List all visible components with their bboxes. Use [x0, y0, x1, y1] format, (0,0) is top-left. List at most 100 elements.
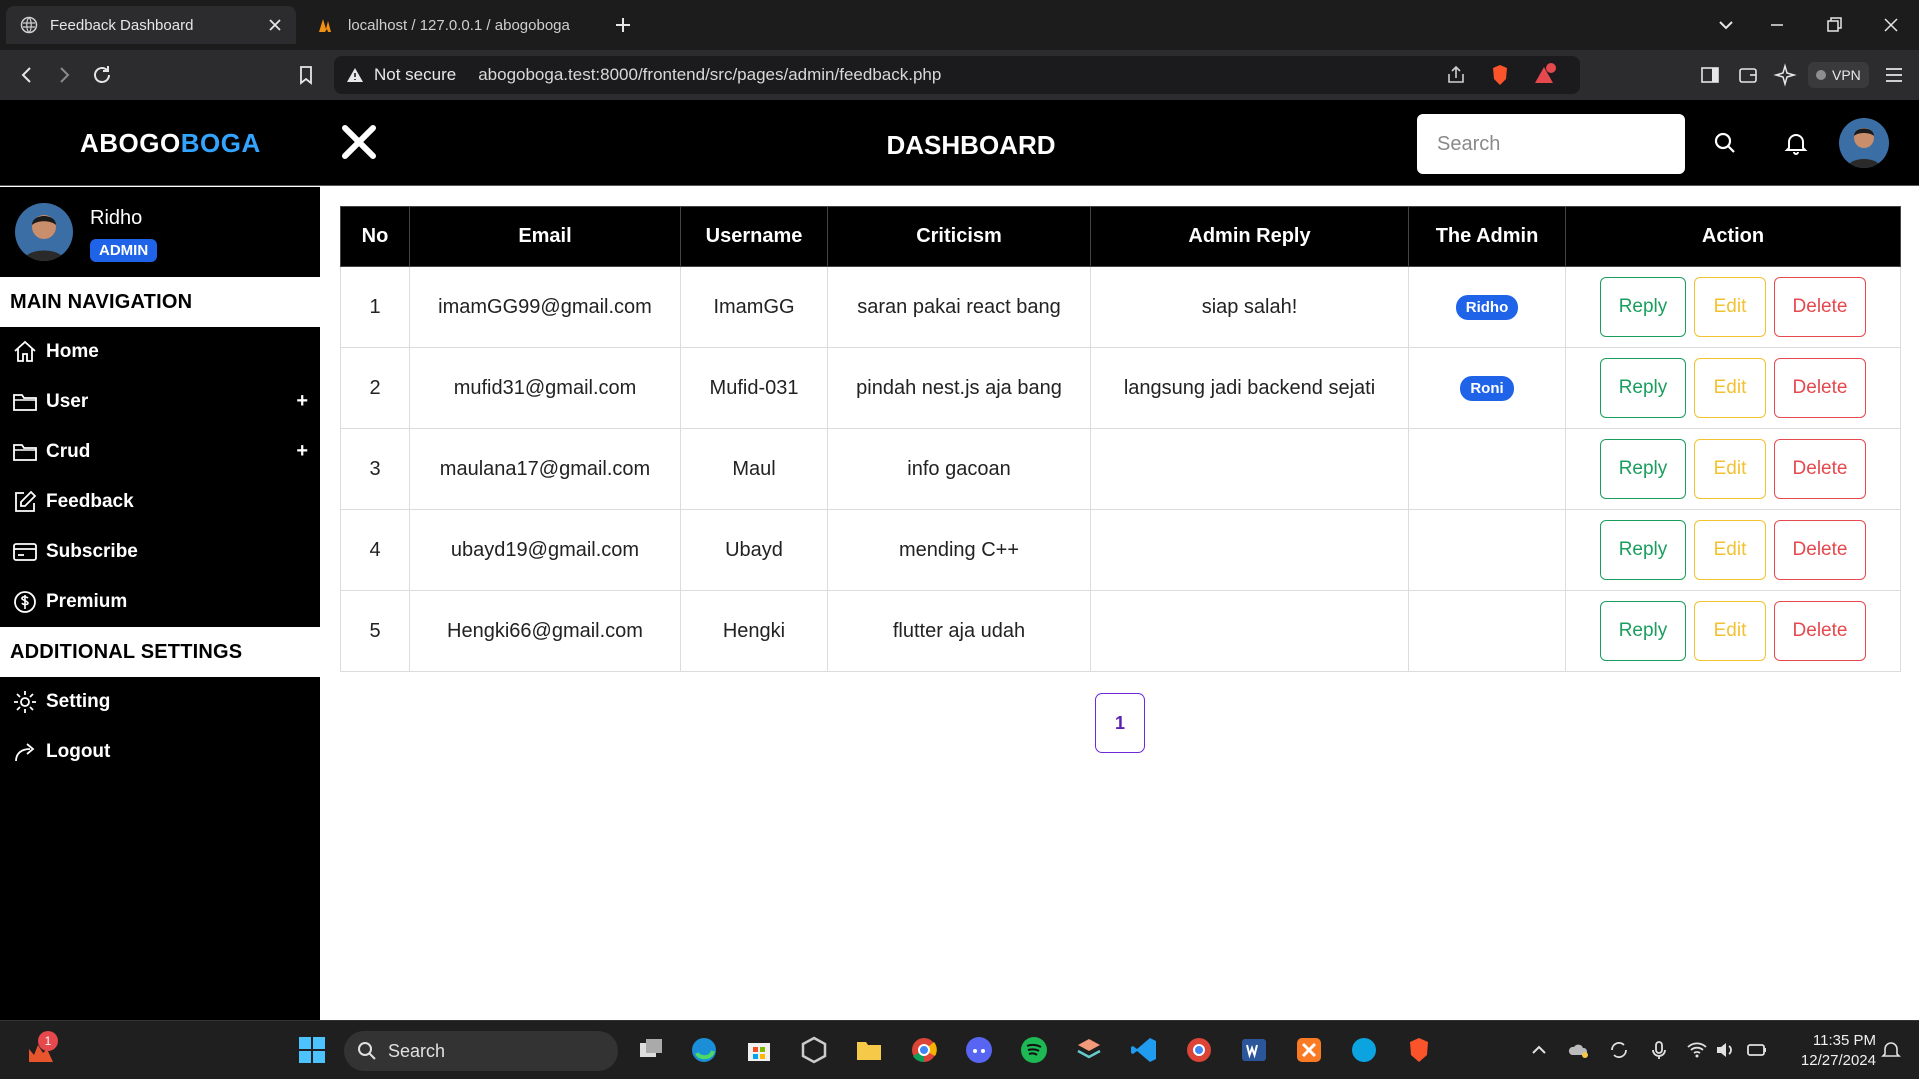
brave-shield-icon[interactable]	[1488, 63, 1512, 87]
battery-icon[interactable]	[1746, 1039, 1768, 1061]
sidebar-item-label: Premium	[46, 591, 128, 612]
share-icon[interactable]	[1444, 63, 1468, 87]
pagination-page-button[interactable]: 1	[1095, 693, 1145, 753]
volume-icon[interactable]	[1714, 1039, 1736, 1061]
column-header-no: No	[340, 206, 410, 267]
card-icon	[13, 543, 37, 561]
wifi-icon[interactable]	[1686, 1039, 1708, 1061]
sidebar-item-crud[interactable]: Crud +	[0, 427, 320, 477]
edit-button[interactable]: Edit	[1694, 520, 1766, 580]
chrome-profile-icon[interactable]	[1184, 1035, 1214, 1065]
edit-button[interactable]: Edit	[1694, 358, 1766, 418]
sidebar-item-home[interactable]: Home	[0, 327, 320, 377]
stack-app-icon[interactable]	[1074, 1035, 1104, 1065]
forward-icon[interactable]	[52, 63, 76, 87]
edit-icon	[15, 490, 37, 512]
edge-dev-icon[interactable]	[1349, 1035, 1379, 1065]
reply-button[interactable]: Reply	[1600, 277, 1686, 337]
onedrive-icon[interactable]	[1568, 1039, 1590, 1061]
main-navigation-heading: MAIN NAVIGATION	[0, 277, 320, 327]
edge-icon[interactable]	[689, 1035, 719, 1065]
clock-time: 11:35 PM	[1812, 1032, 1876, 1049]
cell-admin-reply: langsung jadi backend sejati	[1090, 347, 1409, 429]
chevron-up-icon[interactable]	[1528, 1039, 1550, 1061]
word-icon[interactable]	[1239, 1035, 1269, 1065]
reply-button[interactable]: Reply	[1600, 520, 1686, 580]
avatar[interactable]	[1839, 118, 1889, 168]
taskbar: 1 Search 11:35 PM 12/27/2024	[0, 1020, 1919, 1079]
browser-address-bar: Not secure abogoboga.test:8000/frontend/…	[0, 50, 1919, 100]
delete-button[interactable]: Delete	[1774, 277, 1866, 337]
task-view-icon[interactable]	[636, 1035, 666, 1065]
user-name: Ridho	[90, 207, 143, 229]
windows-start-icon[interactable]	[297, 1035, 327, 1065]
expand-icon[interactable]: +	[296, 440, 308, 463]
reply-button[interactable]: Reply	[1600, 601, 1686, 661]
sidebar-item-feedback[interactable]: Feedback	[0, 477, 320, 527]
xampp-icon[interactable]	[1294, 1035, 1324, 1065]
discord-icon[interactable]	[964, 1035, 994, 1065]
chrome-icon[interactable]	[909, 1035, 939, 1065]
vpn-button[interactable]: VPN	[1808, 62, 1869, 88]
unity-icon[interactable]	[799, 1035, 829, 1065]
edit-button[interactable]: Edit	[1694, 439, 1766, 499]
microphone-icon[interactable]	[1648, 1039, 1670, 1061]
reply-button[interactable]: Reply	[1600, 358, 1686, 418]
table-row: 2 mufid31@gmail.com Mufid-031 pindah nes…	[340, 347, 1901, 429]
wallet-icon[interactable]	[1736, 63, 1760, 87]
user-profile: Ridho ADMIN	[0, 187, 320, 277]
notification-bell-icon[interactable]	[1880, 1039, 1902, 1061]
search-icon[interactable]	[1712, 130, 1738, 156]
sidebar-item-setting[interactable]: Setting	[0, 677, 320, 727]
delete-button[interactable]: Delete	[1774, 439, 1866, 499]
edit-button[interactable]: Edit	[1694, 601, 1766, 661]
file-explorer-icon[interactable]	[854, 1035, 884, 1065]
bell-icon[interactable]	[1783, 130, 1809, 156]
menu-icon[interactable]	[1882, 63, 1906, 87]
sidebar-item-premium[interactable]: Premium	[0, 577, 320, 627]
store-icon[interactable]	[744, 1035, 774, 1065]
sidebar-item-user[interactable]: User +	[0, 377, 320, 427]
brand-part1: ABOGO	[80, 128, 181, 158]
reply-button[interactable]: Reply	[1600, 439, 1686, 499]
restore-icon[interactable]	[1821, 12, 1847, 38]
close-window-icon[interactable]	[1878, 12, 1904, 38]
tab-feedback-dashboard[interactable]: Feedback Dashboard	[6, 6, 296, 44]
brave-rewards-icon[interactable]	[1532, 63, 1556, 87]
url-bar[interactable]: Not secure abogoboga.test:8000/frontend/…	[334, 56, 1580, 94]
minimize-icon[interactable]	[1764, 12, 1790, 38]
spotify-icon[interactable]	[1019, 1035, 1049, 1065]
delete-button[interactable]: Delete	[1774, 520, 1866, 580]
brand-logo[interactable]: ABOGOBOGA	[80, 128, 261, 159]
delete-button[interactable]: Delete	[1774, 358, 1866, 418]
home-icon	[14, 340, 36, 362]
delete-button[interactable]: Delete	[1774, 601, 1866, 661]
sidebar-toggle-icon[interactable]	[1698, 63, 1722, 87]
tab-title: localhost / 127.0.0.1 / abogoboga /	[348, 16, 574, 34]
column-header-the-admin: The Admin	[1408, 206, 1566, 267]
cell-criticism: pindah nest.js aja bang	[827, 347, 1091, 429]
browser-tab-bar: Feedback Dashboard localhost / 127.0.0.1…	[0, 0, 1919, 50]
cell-admin-reply	[1090, 509, 1409, 591]
taskbar-search[interactable]: Search	[344, 1031, 618, 1071]
new-tab-icon[interactable]	[610, 12, 636, 38]
search-input[interactable]	[1417, 114, 1685, 174]
brave-icon[interactable]	[1404, 1035, 1434, 1065]
sidebar: Ridho ADMIN MAIN NAVIGATION Home User + …	[0, 187, 320, 1020]
edit-button[interactable]: Edit	[1694, 277, 1766, 337]
vscode-icon[interactable]	[1129, 1035, 1159, 1065]
bookmark-icon[interactable]	[294, 63, 318, 87]
cell-admin-reply: siap salah!	[1090, 266, 1409, 348]
tab-list-chevron-icon[interactable]	[1713, 12, 1739, 38]
tab-phpmyadmin[interactable]: localhost / 127.0.0.1 / abogoboga /	[306, 6, 586, 44]
back-icon[interactable]	[15, 63, 39, 87]
reload-icon[interactable]	[90, 63, 114, 87]
expand-icon[interactable]: +	[296, 390, 308, 413]
system-clock[interactable]: 11:35 PM 12/27/2024	[1786, 1031, 1876, 1071]
sidebar-item-subscribe[interactable]: Subscribe	[0, 527, 320, 577]
leo-ai-icon[interactable]	[1773, 63, 1797, 87]
close-tab-icon[interactable]	[266, 16, 284, 34]
sync-icon[interactable]	[1608, 1039, 1630, 1061]
close-sidebar-icon[interactable]	[339, 122, 379, 162]
sidebar-item-logout[interactable]: Logout	[0, 727, 320, 777]
